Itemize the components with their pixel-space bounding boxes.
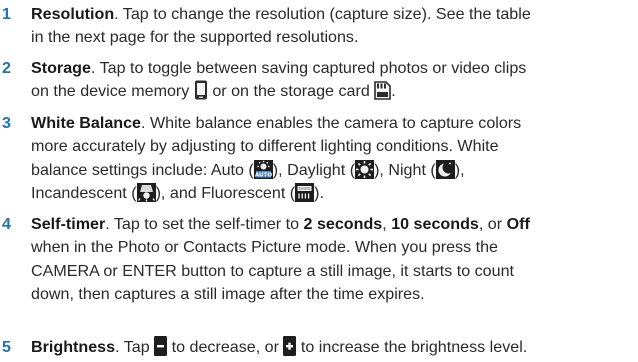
item-number: 4	[2, 215, 11, 233]
item-term: White Balance	[31, 114, 142, 132]
option-10-seconds: 10 seconds	[391, 215, 479, 233]
plus-icon	[283, 336, 297, 356]
item-text: ),	[454, 160, 465, 179]
item-text: or on the storage card	[212, 82, 370, 101]
daylight-icon	[355, 159, 375, 179]
storage-card-icon	[374, 81, 392, 101]
night-icon	[435, 159, 455, 179]
item-term: Self-timer	[31, 215, 106, 233]
item-text: . Tap to toggle between saving captured …	[90, 59, 527, 77]
item-number: 2	[2, 59, 11, 77]
svg-text:AUTO: AUTO	[255, 172, 273, 178]
item-text: in the next page for the supported resol…	[31, 28, 359, 47]
auto-wb-icon: AUTO	[253, 159, 273, 179]
minus-icon	[154, 336, 168, 356]
option-off: Off	[506, 215, 530, 233]
item-text: ), and Fluorescent (	[155, 183, 296, 202]
item-text: Incandescent (	[31, 183, 137, 202]
item-text: to decrease, or	[167, 338, 284, 356]
incandescent-icon	[136, 182, 156, 202]
item-text: more accurately by adjusting to differen…	[31, 137, 499, 156]
option-2-seconds: 2 seconds	[303, 215, 383, 233]
item-number: 1	[2, 5, 11, 23]
item-text: . Tap	[115, 338, 155, 356]
item-text: on the device memory	[31, 82, 190, 101]
item-text: . Tap to set the self-timer to	[105, 215, 304, 233]
item-text: CAMERA or ENTER button to capture a stil…	[31, 261, 515, 280]
item-text: . Tap to change the resolution (capture …	[114, 5, 531, 23]
item-text: ,	[382, 215, 392, 233]
item-text: down, then captures a still image after …	[31, 284, 425, 303]
item-text: ), Night (	[374, 160, 436, 179]
item-text: .	[391, 82, 396, 101]
item-number: 5	[2, 338, 11, 356]
item-text: to increase the brightness level.	[296, 338, 528, 356]
item-text: , or	[478, 215, 507, 233]
item-text: ).	[314, 183, 324, 202]
item-term: Storage	[31, 59, 91, 77]
item-number: 3	[2, 114, 11, 132]
item-text: . White balance enables the camera to ca…	[141, 114, 522, 132]
fluorescent-icon	[295, 182, 315, 202]
item-term: Brightness	[31, 338, 116, 356]
item-text: when in the Photo or Contacts Picture mo…	[31, 238, 498, 257]
item-text: balance settings include: Auto (	[31, 160, 254, 179]
item-text: ), Daylight (	[272, 160, 356, 179]
item-term: Resolution	[31, 5, 115, 23]
device-memory-icon	[194, 80, 208, 100]
